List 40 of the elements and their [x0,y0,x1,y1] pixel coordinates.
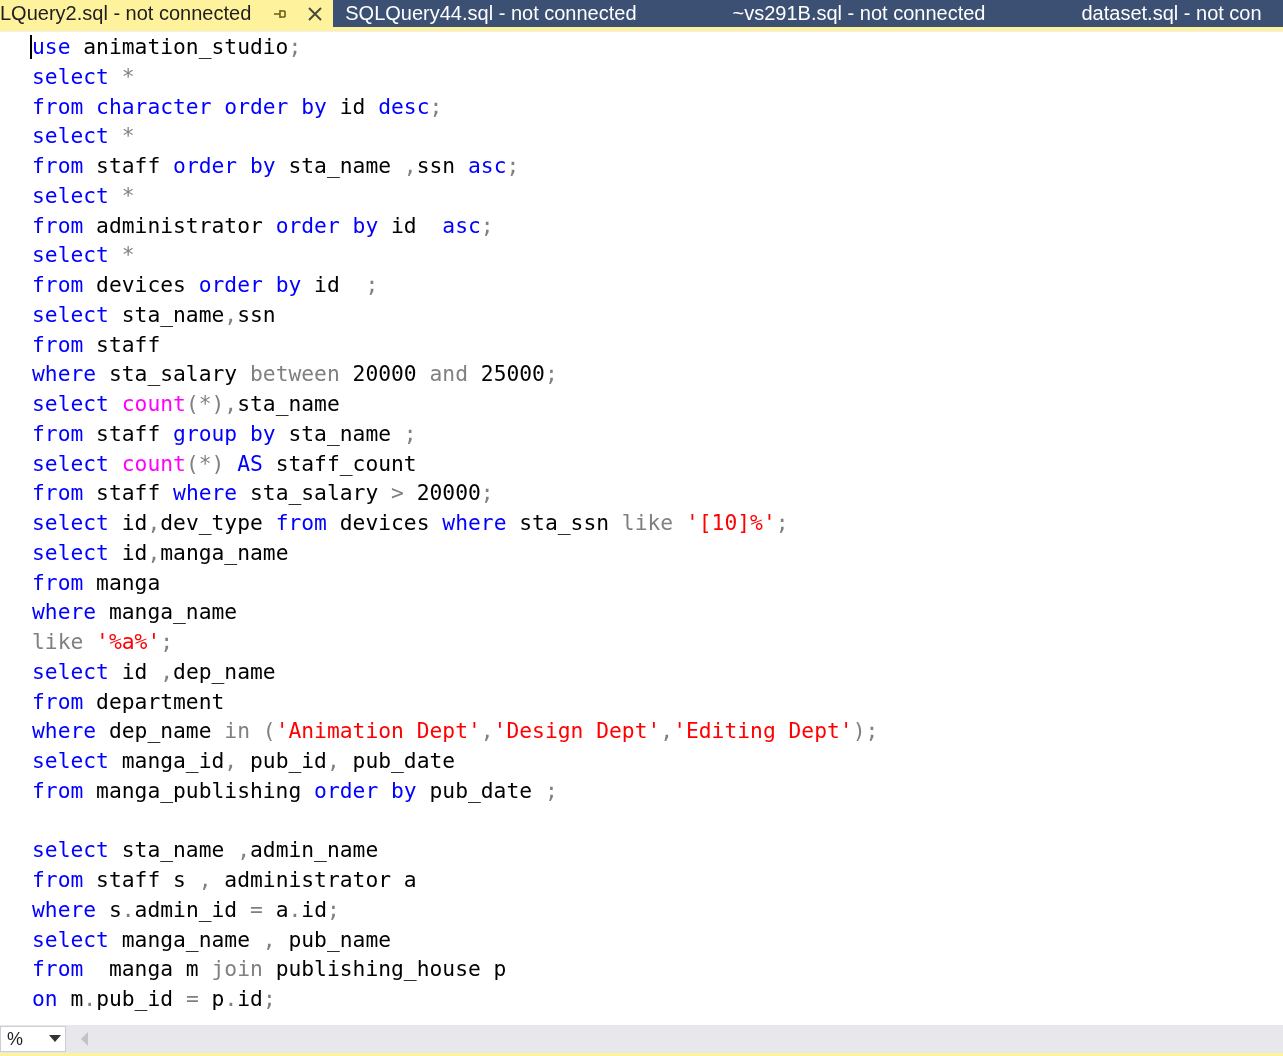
code-line: from devices order by id ; [32,271,379,299]
code-line: select id,manga_name [32,538,289,567]
code-line: from staff where sta_salary > 20000; [32,479,494,508]
code-line: from staff s , administrator a [32,866,417,894]
code-line: select count(*),sta_name [32,390,340,418]
code-line: from manga [32,568,161,597]
code-line: select * [32,62,135,91]
code-line: select * [32,241,135,270]
code-line: use animation_studio; [32,33,302,61]
code-line: on m.pub_id = p.id; [32,985,276,1013]
document-tab[interactable]: ~vs291B.sql - not connected [724,0,994,27]
code-line: like '%a%'; [32,628,174,656]
code-line: from manga_publishing order by pub_date ; [32,776,558,805]
code-line: where s.admin_id = a.id; [32,895,340,924]
code-line: where dep_name in ('Animation Dept','Design Dept','Editing Dept'); [32,717,879,746]
code-line: where sta_salary between 20000 and 25000; [32,360,558,389]
code-line: from manga m join publishing_house p [32,955,507,984]
code-line: select manga_id, pub_id, pub_date [32,747,456,775]
document-tab[interactable]: SQLQuery44.sql - not connected [337,0,645,27]
close-icon[interactable] [307,5,324,22]
code-line: where manga_name [32,598,238,627]
document-tab[interactable]: LQuery2.sql - not connected [0,0,334,27]
dropdown-caret-icon [49,1035,61,1043]
zoom-dropdown[interactable]: % [0,1026,66,1052]
code-line: from department [32,687,225,716]
code-line: from staff order by sta_name ,ssn asc; [32,152,520,180]
code-line: from staff group by sta_name ; [32,419,417,448]
code-line: from administrator order by id asc; [32,211,494,240]
code-line: from character order by id desc; [32,92,443,121]
code-line: select manga_name , pub_name [32,925,392,954]
code-line: select sta_name ,admin_name [32,836,379,865]
code-line: select sta_name,ssn [32,300,276,329]
code-line: from staff [32,330,161,359]
text-cursor [30,35,32,59]
code-line: select * [32,122,135,151]
code-line: select count(*) AS staff_count [32,449,417,478]
code-line: select * [32,181,135,210]
code-line: select id ,dep_name [32,657,276,686]
code-line: select id,dev_type from devices where sta_ssn like '[10]%'; [32,509,789,537]
document-tab[interactable]: dataset.sql - not con [1073,0,1270,27]
